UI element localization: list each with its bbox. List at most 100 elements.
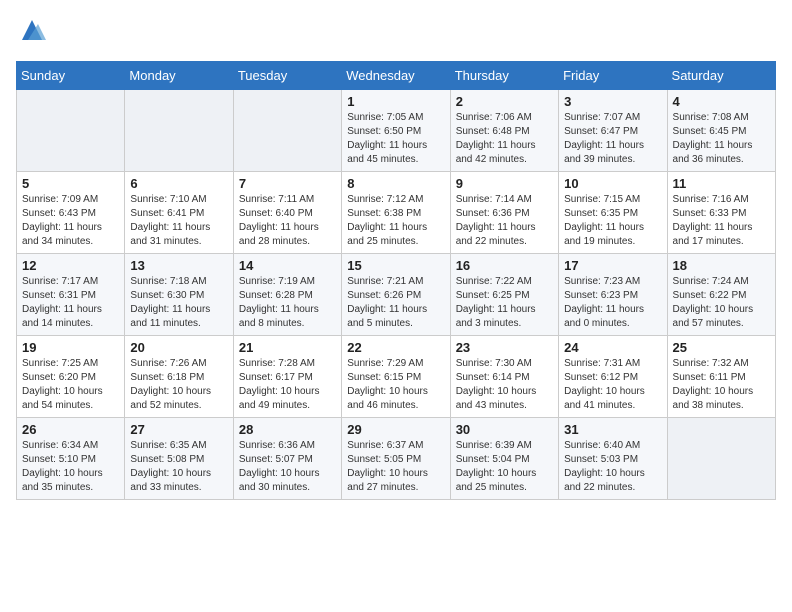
day-number: 17: [564, 258, 661, 273]
day-info: Sunrise: 7:16 AM Sunset: 6:33 PM Dayligh…: [673, 193, 770, 249]
calendar-cell: 13 Sunrise: 7:18 AM Sunset: 6:30 PM Dayli…: [125, 254, 233, 336]
day-info: Sunrise: 6:37 AM Sunset: 5:05 PM Dayligh…: [347, 439, 444, 495]
calendar-cell: 17 Sunrise: 7:23 AM Sunset: 6:23 PM Dayli…: [559, 254, 667, 336]
weekday-header: Monday: [125, 62, 233, 90]
day-info: Sunrise: 7:14 AM Sunset: 6:36 PM Dayligh…: [456, 193, 553, 249]
day-number: 18: [673, 258, 770, 273]
day-number: 16: [456, 258, 553, 273]
calendar-cell: 15 Sunrise: 7:21 AM Sunset: 6:26 PM Dayli…: [342, 254, 450, 336]
calendar-cell: 3 Sunrise: 7:07 AM Sunset: 6:47 PM Daylig…: [559, 90, 667, 172]
calendar-cell: 23 Sunrise: 7:30 AM Sunset: 6:14 PM Dayli…: [450, 336, 558, 418]
day-number: 1: [347, 94, 444, 109]
day-info: Sunrise: 7:26 AM Sunset: 6:18 PM Dayligh…: [130, 357, 227, 413]
day-number: 2: [456, 94, 553, 109]
day-number: 20: [130, 340, 227, 355]
weekday-header: Tuesday: [233, 62, 341, 90]
calendar-week-row: 5 Sunrise: 7:09 AM Sunset: 6:43 PM Daylig…: [17, 172, 776, 254]
day-info: Sunrise: 7:23 AM Sunset: 6:23 PM Dayligh…: [564, 275, 661, 331]
calendar-cell: 16 Sunrise: 7:22 AM Sunset: 6:25 PM Dayli…: [450, 254, 558, 336]
day-info: Sunrise: 7:05 AM Sunset: 6:50 PM Dayligh…: [347, 111, 444, 167]
day-number: 30: [456, 422, 553, 437]
calendar-cell: 24 Sunrise: 7:31 AM Sunset: 6:12 PM Dayli…: [559, 336, 667, 418]
calendar-cell: 9 Sunrise: 7:14 AM Sunset: 6:36 PM Daylig…: [450, 172, 558, 254]
calendar-table: SundayMondayTuesdayWednesdayThursdayFrid…: [16, 61, 776, 500]
weekday-header: Sunday: [17, 62, 125, 90]
day-info: Sunrise: 7:32 AM Sunset: 6:11 PM Dayligh…: [673, 357, 770, 413]
day-number: 10: [564, 176, 661, 191]
logo: [16, 16, 46, 49]
day-number: 21: [239, 340, 336, 355]
calendar-cell: 11 Sunrise: 7:16 AM Sunset: 6:33 PM Dayli…: [667, 172, 775, 254]
calendar-cell: 2 Sunrise: 7:06 AM Sunset: 6:48 PM Daylig…: [450, 90, 558, 172]
weekday-header: Thursday: [450, 62, 558, 90]
day-info: Sunrise: 7:15 AM Sunset: 6:35 PM Dayligh…: [564, 193, 661, 249]
calendar-cell: 5 Sunrise: 7:09 AM Sunset: 6:43 PM Daylig…: [17, 172, 125, 254]
calendar-cell: [667, 418, 775, 500]
day-number: 11: [673, 176, 770, 191]
calendar-cell: 4 Sunrise: 7:08 AM Sunset: 6:45 PM Daylig…: [667, 90, 775, 172]
day-number: 13: [130, 258, 227, 273]
day-number: 25: [673, 340, 770, 355]
day-number: 3: [564, 94, 661, 109]
day-info: Sunrise: 7:28 AM Sunset: 6:17 PM Dayligh…: [239, 357, 336, 413]
weekday-header: Friday: [559, 62, 667, 90]
day-info: Sunrise: 7:30 AM Sunset: 6:14 PM Dayligh…: [456, 357, 553, 413]
day-number: 19: [22, 340, 119, 355]
calendar-cell: 27Sunrise: 6:35 AM Sunset: 5:08 PM Dayli…: [125, 418, 233, 500]
calendar-cell: 10 Sunrise: 7:15 AM Sunset: 6:35 PM Dayli…: [559, 172, 667, 254]
day-number: 4: [673, 94, 770, 109]
weekday-header-row: SundayMondayTuesdayWednesdayThursdayFrid…: [17, 62, 776, 90]
calendar-week-row: 12 Sunrise: 7:17 AM Sunset: 6:31 PM Dayli…: [17, 254, 776, 336]
calendar-cell: 6 Sunrise: 7:10 AM Sunset: 6:41 PM Daylig…: [125, 172, 233, 254]
day-info: Sunrise: 6:35 AM Sunset: 5:08 PM Dayligh…: [130, 439, 227, 495]
day-info: Sunrise: 7:12 AM Sunset: 6:38 PM Dayligh…: [347, 193, 444, 249]
day-info: Sunrise: 7:11 AM Sunset: 6:40 PM Dayligh…: [239, 193, 336, 249]
day-info: Sunrise: 7:19 AM Sunset: 6:28 PM Dayligh…: [239, 275, 336, 331]
day-number: 24: [564, 340, 661, 355]
day-info: Sunrise: 7:29 AM Sunset: 6:15 PM Dayligh…: [347, 357, 444, 413]
day-number: 5: [22, 176, 119, 191]
day-number: 31: [564, 422, 661, 437]
day-info: Sunrise: 6:36 AM Sunset: 5:07 PM Dayligh…: [239, 439, 336, 495]
day-number: 28: [239, 422, 336, 437]
weekday-header: Wednesday: [342, 62, 450, 90]
day-info: Sunrise: 7:08 AM Sunset: 6:45 PM Dayligh…: [673, 111, 770, 167]
calendar-cell: 1 Sunrise: 7:05 AM Sunset: 6:50 PM Daylig…: [342, 90, 450, 172]
day-info: Sunrise: 6:34 AM Sunset: 5:10 PM Dayligh…: [22, 439, 119, 495]
day-number: 29: [347, 422, 444, 437]
page-header: [16, 16, 776, 49]
day-number: 8: [347, 176, 444, 191]
calendar-cell: [233, 90, 341, 172]
day-number: 6: [130, 176, 227, 191]
day-info: Sunrise: 7:22 AM Sunset: 6:25 PM Dayligh…: [456, 275, 553, 331]
day-number: 15: [347, 258, 444, 273]
calendar-cell: 31 Sunrise: 6:40 AM Sunset: 5:03 PM Dayli…: [559, 418, 667, 500]
calendar-cell: 14 Sunrise: 7:19 AM Sunset: 6:28 PM Dayli…: [233, 254, 341, 336]
calendar-cell: 12 Sunrise: 7:17 AM Sunset: 6:31 PM Dayli…: [17, 254, 125, 336]
day-number: 12: [22, 258, 119, 273]
calendar-cell: 30Sunrise: 6:39 AM Sunset: 5:04 PM Dayli…: [450, 418, 558, 500]
day-info: Sunrise: 7:18 AM Sunset: 6:30 PM Dayligh…: [130, 275, 227, 331]
day-info: Sunrise: 7:21 AM Sunset: 6:26 PM Dayligh…: [347, 275, 444, 331]
calendar-cell: 28 Sunrise: 6:36 AM Sunset: 5:07 PM Dayli…: [233, 418, 341, 500]
day-number: 23: [456, 340, 553, 355]
day-number: 22: [347, 340, 444, 355]
day-info: Sunrise: 7:06 AM Sunset: 6:48 PM Dayligh…: [456, 111, 553, 167]
calendar-week-row: 1 Sunrise: 7:05 AM Sunset: 6:50 PM Daylig…: [17, 90, 776, 172]
day-number: 26: [22, 422, 119, 437]
day-info: Sunrise: 6:40 AM Sunset: 5:03 PM Dayligh…: [564, 439, 661, 495]
calendar-cell: [125, 90, 233, 172]
day-info: Sunrise: 7:10 AM Sunset: 6:41 PM Dayligh…: [130, 193, 227, 249]
day-info: Sunrise: 7:09 AM Sunset: 6:43 PM Dayligh…: [22, 193, 119, 249]
day-number: 9: [456, 176, 553, 191]
calendar-cell: 25 Sunrise: 7:32 AM Sunset: 6:11 PM Dayli…: [667, 336, 775, 418]
day-info: Sunrise: 7:17 AM Sunset: 6:31 PM Dayligh…: [22, 275, 119, 331]
calendar-cell: 29 Sunrise: 6:37 AM Sunset: 5:05 PM Dayli…: [342, 418, 450, 500]
day-info: Sunrise: 7:31 AM Sunset: 6:12 PM Dayligh…: [564, 357, 661, 413]
day-info: Sunrise: 7:07 AM Sunset: 6:47 PM Dayligh…: [564, 111, 661, 167]
day-number: 14: [239, 258, 336, 273]
calendar-cell: 7Sunrise: 7:11 AM Sunset: 6:40 PM Daylig…: [233, 172, 341, 254]
day-info: Sunrise: 7:25 AM Sunset: 6:20 PM Dayligh…: [22, 357, 119, 413]
calendar-week-row: 26 Sunrise: 6:34 AM Sunset: 5:10 PM Dayli…: [17, 418, 776, 500]
calendar-cell: 20 Sunrise: 7:26 AM Sunset: 6:18 PM Dayli…: [125, 336, 233, 418]
